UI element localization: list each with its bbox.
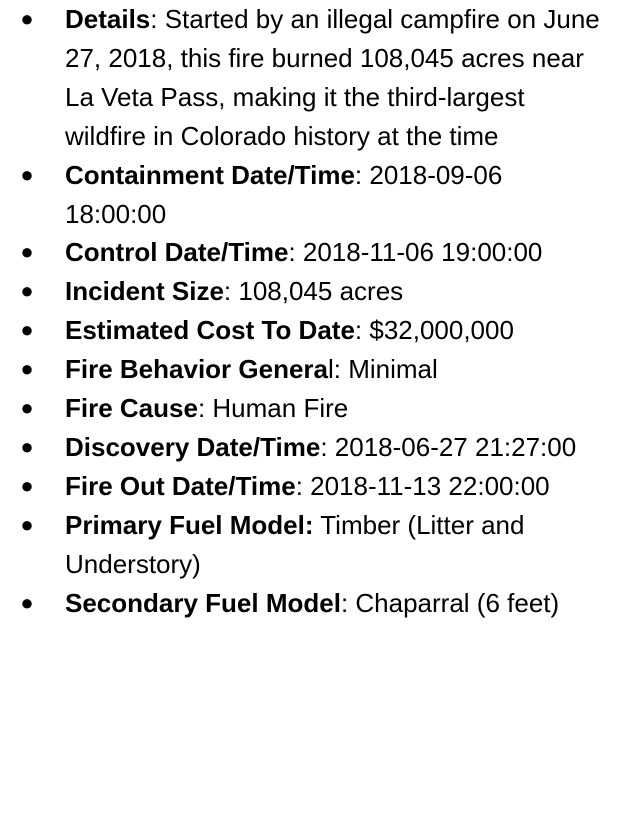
secondary-fuel-value: : Chaparral (6 feet) xyxy=(340,587,560,618)
details-label: Details xyxy=(65,4,151,34)
estimated-cost-value: : $32,000,000 xyxy=(354,315,514,346)
bullet-icon: ● xyxy=(20,472,34,498)
bullet-icon: ● xyxy=(20,433,34,459)
list-item-control: ● Control Date/Time: 2018-11-06 19:00:00 xyxy=(0,233,636,272)
bullet-icon: ● xyxy=(20,511,34,537)
list-item-incident-size: ● Incident Size: 108,045 acres xyxy=(0,272,636,311)
bullet-icon: ● xyxy=(20,6,34,31)
containment-label: Containment Date/Time xyxy=(65,159,355,190)
control-value: : 2018-11-06 19:00:00 xyxy=(288,237,543,268)
list-item-estimated-cost: ● Estimated Cost To Date: $32,000,000 xyxy=(0,311,636,350)
bullet-icon: ● xyxy=(20,239,34,265)
fire-behavior-value: l: Minimal xyxy=(328,354,438,385)
list-item-details: ● Details: Started by an illegal campfire… xyxy=(0,0,636,156)
secondary-fuel-label: Secondary Fuel Model xyxy=(65,587,341,618)
discovery-label: Discovery Date/Time xyxy=(65,431,321,462)
list-item-discovery: ● Discovery Date/Time: 2018-06-27 21:27:0… xyxy=(0,428,636,467)
fire-details-list: ● Details: Started by an illegal campfire… xyxy=(0,0,636,623)
bullet-icon: ● xyxy=(20,161,34,187)
fire-cause-label: Fire Cause xyxy=(65,393,198,424)
list-item-fire-out: ● Fire Out Date/Time: 2018-11-13 22:00:00 xyxy=(0,467,636,506)
bullet-icon: ● xyxy=(20,395,34,421)
bullet-icon: ● xyxy=(20,589,34,615)
bullet-icon: ● xyxy=(20,278,34,304)
bullet-icon: ● xyxy=(20,356,34,382)
incident-size-value: : 108,045 acres xyxy=(223,276,404,307)
incident-size-label: Incident Size xyxy=(65,276,224,307)
control-label: Control Date/Time xyxy=(65,237,289,268)
list-item-primary-fuel: ● Primary Fuel Model: Timber (Litter and … xyxy=(0,506,636,584)
bullet-icon: ● xyxy=(20,317,34,343)
fire-out-value: : 2018-11-13 22:00:00 xyxy=(295,470,550,501)
list-item-fire-cause: ● Fire Cause: Human Fire xyxy=(0,389,636,428)
fire-cause-value: : Human Fire xyxy=(197,393,349,424)
list-item-fire-behavior: ● Fire Behavior General: Minimal xyxy=(0,350,636,389)
estimated-cost-label: Estimated Cost To Date xyxy=(65,315,355,346)
primary-fuel-label: Primary Fuel Model: xyxy=(65,509,314,540)
list-item-secondary-fuel: ● Secondary Fuel Model: Chaparral (6 feet… xyxy=(0,584,636,623)
list-item-containment: ● Containment Date/Time: 2018-09-06 18:00… xyxy=(0,156,636,234)
document-page: ● Details: Started by an illegal campfire… xyxy=(0,0,636,623)
discovery-value: : 2018-06-27 21:27:00 xyxy=(320,431,577,462)
fire-out-label: Fire Out Date/Time xyxy=(65,470,296,501)
fire-behavior-label: Fire Behavior Genera xyxy=(65,354,328,385)
